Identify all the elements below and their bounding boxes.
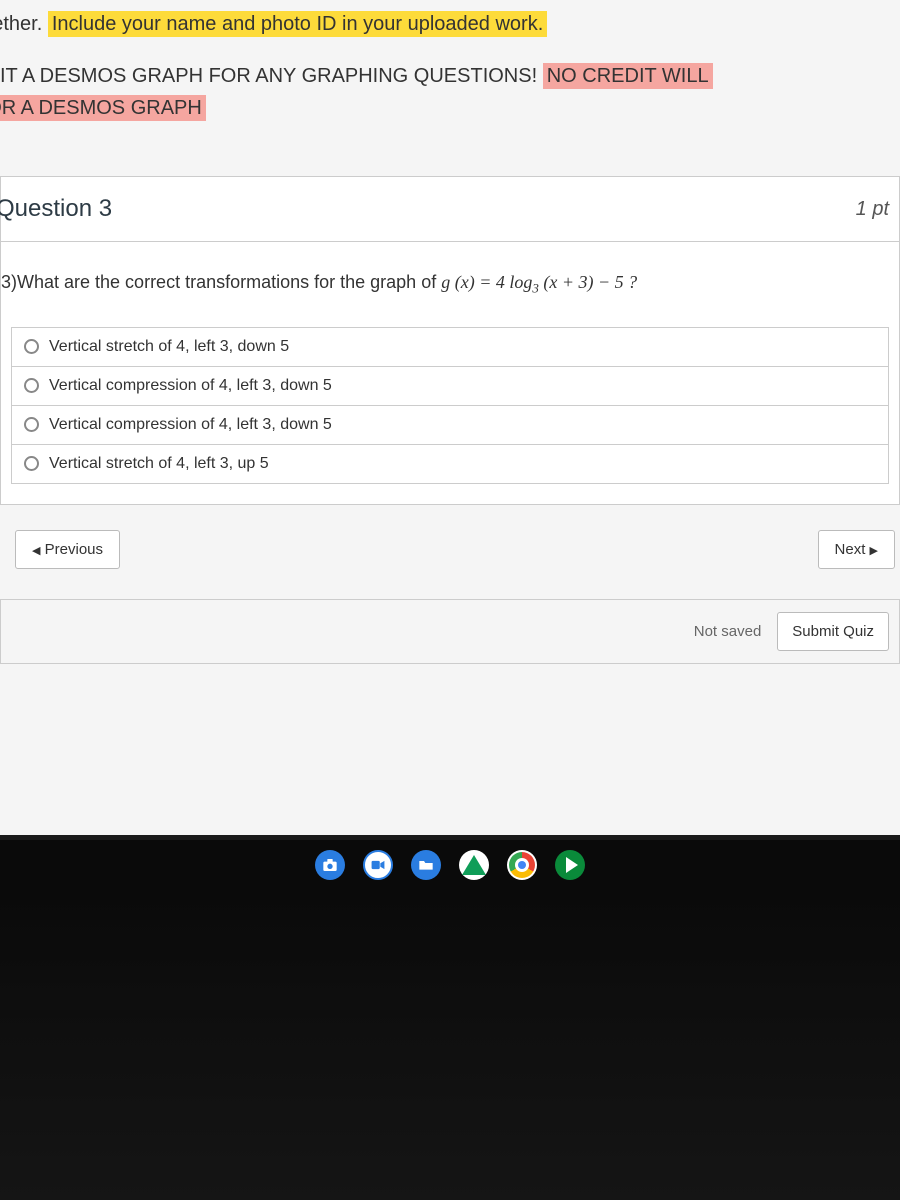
- camera-icon: [322, 858, 338, 872]
- answer-option[interactable]: Vertical compression of 4, left 3, down …: [12, 367, 888, 406]
- instruction-line-2: BMIT A DESMOS GRAPH FOR ANY GRAPHING QUE…: [0, 60, 900, 92]
- camera-app-icon[interactable]: [315, 850, 345, 880]
- play-icon: [566, 857, 578, 873]
- submit-quiz-button[interactable]: Submit Quiz: [777, 612, 889, 651]
- left-arrow-icon: ◀: [32, 545, 40, 557]
- previous-button[interactable]: ◀ Previous: [15, 530, 120, 569]
- question-header: Question 3 1 pt: [1, 177, 899, 242]
- radio-icon[interactable]: [24, 456, 39, 471]
- video-icon: [371, 859, 385, 871]
- instruction-text-2: BMIT A DESMOS GRAPH FOR ANY GRAPHING QUE…: [0, 65, 543, 87]
- quiz-footer: Not saved Submit Quiz: [0, 599, 900, 664]
- radio-icon[interactable]: [24, 339, 39, 354]
- nav-buttons: ◀ Previous Next ▶: [0, 505, 900, 589]
- drive-app-icon[interactable]: [459, 850, 489, 880]
- option-label: Vertical compression of 4, left 3, down …: [49, 377, 332, 395]
- instruction-highlight-1: Include your name and photo ID in your u…: [48, 11, 547, 37]
- instruction-highlight-2: NO CREDIT WILL: [543, 63, 713, 89]
- question-prompt: 3)What are the correct transformations f…: [1, 272, 889, 297]
- play-app-icon[interactable]: [555, 850, 585, 880]
- instruction-text-prefix: ogether.: [0, 13, 48, 35]
- instructions-block: ogether. Include your name and photo ID …: [0, 0, 900, 136]
- quiz-screen: ogether. Include your name and photo ID …: [0, 0, 900, 835]
- question-title: Question 3: [0, 195, 112, 223]
- folder-icon: [418, 859, 434, 871]
- instruction-line-3: FOR A DESMOS GRAPH: [0, 92, 900, 124]
- next-button[interactable]: Next ▶: [818, 530, 895, 569]
- files-app-icon[interactable]: [411, 850, 441, 880]
- answer-option[interactable]: Vertical stretch of 4, left 3, up 5: [12, 445, 888, 483]
- drive-icon: [462, 855, 486, 875]
- question-card: Question 3 1 pt 3)What are the correct t…: [0, 176, 900, 505]
- answer-options: Vertical stretch of 4, left 3, down 5 Ve…: [11, 327, 889, 484]
- video-app-icon[interactable]: [363, 850, 393, 880]
- save-status: Not saved: [694, 623, 762, 640]
- prompt-text: 3)What are the correct transformations f…: [1, 272, 441, 292]
- next-label: Next: [835, 541, 866, 558]
- radio-icon[interactable]: [24, 417, 39, 432]
- answer-option[interactable]: Vertical compression of 4, left 3, down …: [12, 406, 888, 445]
- chrome-app-icon[interactable]: [507, 850, 537, 880]
- below-screen-area: [0, 890, 900, 1200]
- question-body: 3)What are the correct transformations f…: [1, 242, 899, 504]
- answer-option[interactable]: Vertical stretch of 4, left 3, down 5: [12, 328, 888, 367]
- option-label: Vertical stretch of 4, left 3, up 5: [49, 455, 269, 473]
- instruction-highlight-3: FOR A DESMOS GRAPH: [0, 95, 206, 121]
- chrome-icon: [509, 852, 535, 878]
- option-label: Vertical stretch of 4, left 3, down 5: [49, 338, 289, 356]
- right-arrow-icon: ▶: [870, 545, 878, 557]
- option-label: Vertical compression of 4, left 3, down …: [49, 416, 332, 434]
- question-points: 1 pt: [856, 198, 889, 221]
- previous-label: Previous: [45, 541, 103, 558]
- instruction-line-1: ogether. Include your name and photo ID …: [0, 8, 900, 40]
- prompt-math: g (x) = 4 log3 (x + 3) − 5 ?: [441, 272, 637, 292]
- taskbar: [0, 840, 900, 890]
- radio-icon[interactable]: [24, 378, 39, 393]
